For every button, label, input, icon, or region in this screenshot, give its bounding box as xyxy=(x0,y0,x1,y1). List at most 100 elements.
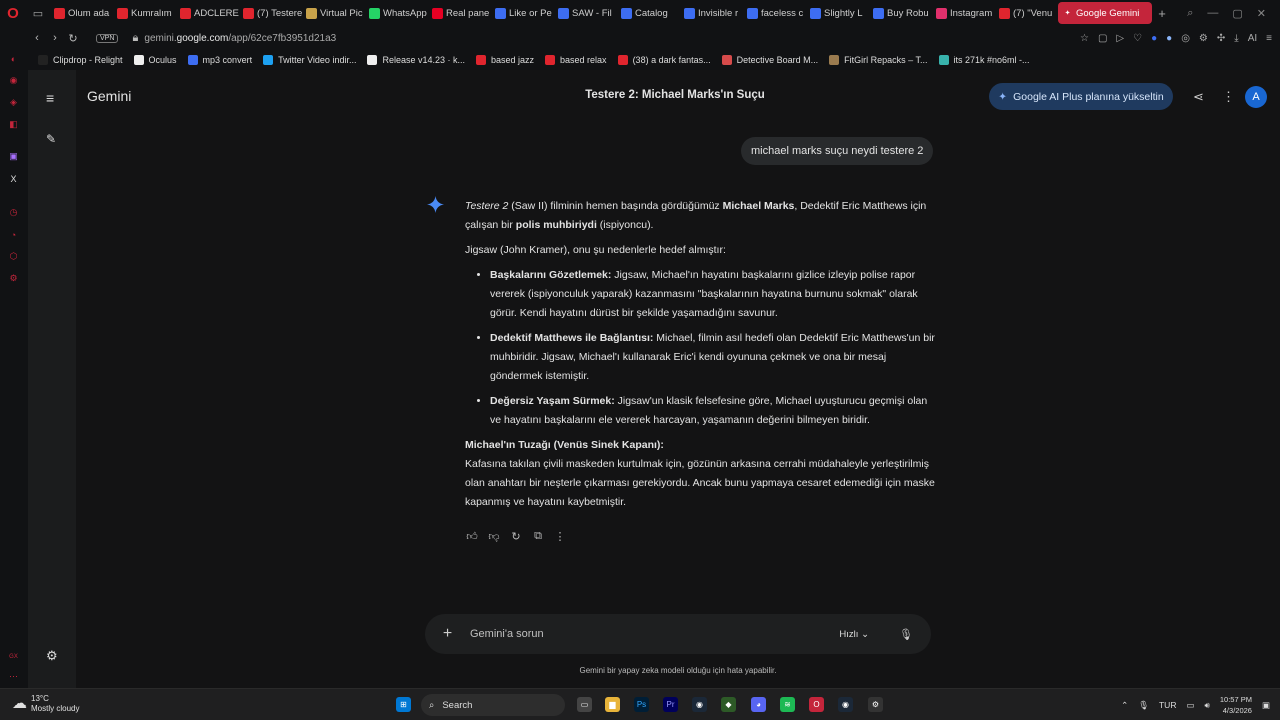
extension-icon[interactable]: ⬡ xyxy=(7,250,20,263)
tab[interactable]: Buy Robu xyxy=(869,2,932,24)
ai-icon[interactable]: AI xyxy=(1248,33,1257,44)
file-explorer-icon[interactable]: ▆ xyxy=(605,697,620,712)
messenger-icon[interactable]: ◧ xyxy=(7,118,20,131)
tab[interactable]: Slightly L xyxy=(806,2,869,24)
settings-icon[interactable]: ⚙ xyxy=(7,272,20,285)
gx-icon[interactable]: GX xyxy=(7,650,20,663)
tab[interactable]: Olum ada xyxy=(50,2,113,24)
thumbs-down-icon[interactable]: 👎︎ xyxy=(487,530,501,543)
tab[interactable]: Invisible r xyxy=(680,2,743,24)
back-icon[interactable]: ‹ xyxy=(28,32,46,44)
tab-overview-icon[interactable]: ▭ xyxy=(26,0,50,26)
bookmark-item[interactable]: Clipdrop - Relight xyxy=(38,55,123,65)
spotify-icon[interactable]: ≋ xyxy=(780,697,795,712)
tab[interactable]: Kumralım xyxy=(113,2,176,24)
bookmark-icon[interactable]: ☆ xyxy=(1080,33,1089,44)
notification-icon[interactable]: ▣ xyxy=(1262,700,1270,711)
app-icon[interactable]: ⚙ xyxy=(868,697,883,712)
bookmark-item[interactable]: its 271k #no6ml -... xyxy=(938,55,1030,65)
maximize-icon[interactable]: ▢ xyxy=(1232,7,1242,20)
bookmark-item[interactable]: Oculus xyxy=(133,55,177,65)
extension-icon[interactable]: ● xyxy=(1166,33,1172,44)
discord-icon[interactable]: ◕ xyxy=(751,697,766,712)
tab[interactable]: (7) "Venu xyxy=(995,2,1058,24)
tab[interactable]: Catalog xyxy=(617,2,680,24)
tab[interactable]: faceless c xyxy=(743,2,806,24)
new-chat-icon[interactable]: ✎ xyxy=(46,132,56,146)
steam-icon[interactable]: ◉ xyxy=(838,697,853,712)
player-icon[interactable]: ▷ xyxy=(1116,33,1124,44)
extension-icon[interactable]: ⚙ xyxy=(1199,33,1208,44)
prompt-input[interactable]: Gemini'a sorun xyxy=(470,628,839,640)
snapshot-icon[interactable]: ▢ xyxy=(1098,33,1107,44)
close-icon[interactable]: ✕ xyxy=(1257,7,1266,20)
forward-icon[interactable]: › xyxy=(46,32,64,44)
taskbar-search[interactable]: ⌕ Search xyxy=(421,694,565,716)
steam-icon[interactable]: ◉ xyxy=(692,697,707,712)
bookmark-item[interactable]: Detective Board M... xyxy=(721,55,818,65)
premiere-icon[interactable]: Pr xyxy=(663,697,678,712)
tab[interactable]: Virtual Pic xyxy=(302,2,365,24)
chevron-up-icon[interactable]: ⌃ xyxy=(1121,700,1128,711)
bookmark-item[interactable]: (38) a dark fantas... xyxy=(617,55,711,65)
bookmark-item[interactable]: mp3 convert xyxy=(187,55,252,65)
opera-gx-icon[interactable]: O xyxy=(809,697,824,712)
extension-icon[interactable]: ● xyxy=(1151,33,1157,44)
thumbs-up-icon[interactable]: 👍︎ xyxy=(465,530,479,543)
history-icon[interactable]: ◷ xyxy=(7,206,20,219)
settings-gear-icon[interactable]: ⚙ xyxy=(46,648,58,664)
minimize-icon[interactable]: — xyxy=(1207,7,1218,19)
tab[interactable]: Instagram xyxy=(932,2,995,24)
network-icon[interactable]: ▭ xyxy=(1186,700,1194,711)
opera-logo-icon[interactable]: O xyxy=(0,0,26,26)
bookmark-item[interactable]: based jazz xyxy=(476,55,534,65)
weather-widget[interactable]: ☁ 13°C Mostly cloudy xyxy=(12,694,79,714)
site-info-icon[interactable]: 🔒︎ xyxy=(126,32,144,45)
app-title[interactable]: Gemini xyxy=(87,88,131,104)
tab[interactable]: (7) Testere xyxy=(239,2,302,24)
vpn-badge[interactable]: VPN xyxy=(96,33,119,43)
bookmark-item[interactable]: based relax xyxy=(545,55,607,65)
heart-icon[interactable]: ♡ xyxy=(1133,33,1142,44)
speed-dial-icon[interactable]: ◐ xyxy=(7,52,20,65)
task-view-icon[interactable]: ▭ xyxy=(577,697,592,712)
tab[interactable]: Like or Pe xyxy=(491,2,554,24)
share-icon[interactable]: ⋖ xyxy=(1193,89,1204,105)
tab[interactable]: Real pane xyxy=(428,2,491,24)
tab[interactable]: WhatsApp xyxy=(365,2,428,24)
photoshop-icon[interactable]: Ps xyxy=(634,697,649,712)
prompt-input-box[interactable]: + Gemini'a sorun Hızlı ⌄ 🎙︎ xyxy=(425,614,931,654)
upgrade-button[interactable]: ✦ Google AI Plus planına yükseltin xyxy=(989,83,1173,110)
url-field[interactable]: gemini.google.com/app/62ce7fb3951d21a3 xyxy=(144,33,336,44)
tab[interactable]: ADCLERE xyxy=(176,2,239,24)
bookmark-item[interactable]: FitGirl Repacks – T... xyxy=(829,55,928,65)
tab[interactable]: ✦ Google Gemini xyxy=(1058,2,1152,24)
bookmark-item[interactable]: Release v14.23 · k... xyxy=(367,55,465,65)
windows-start-icon[interactable]: ⊞ xyxy=(396,697,411,712)
hamburger-menu-icon[interactable]: ≡ xyxy=(46,90,54,106)
x-icon[interactable]: X xyxy=(7,172,20,185)
download-icon[interactable]: ⤓ xyxy=(1234,33,1238,44)
tab[interactable]: SAW - Fil xyxy=(554,2,617,24)
new-tab-button[interactable]: + xyxy=(1152,6,1172,21)
more-icon[interactable]: ⋯ xyxy=(7,670,20,683)
regenerate-icon[interactable]: ↻ xyxy=(509,530,523,543)
search-tabs-icon[interactable]: ⌕ xyxy=(1187,7,1193,20)
clock[interactable]: 10:57 PM 4/3/2026 xyxy=(1220,694,1252,716)
more-options-icon[interactable]: ⋮ xyxy=(1222,89,1235,105)
twitch-icon[interactable]: ▣ xyxy=(7,150,20,163)
volume-icon[interactable]: 🔊︎ xyxy=(1205,700,1210,711)
more-icon[interactable]: ⋮ xyxy=(553,530,567,543)
add-attachment-icon[interactable]: + xyxy=(425,625,470,643)
reload-icon[interactable]: ↻ xyxy=(64,32,82,45)
bookmark-item[interactable]: Twitter Video indir... xyxy=(263,55,356,65)
extensions-icon[interactable]: ✣ xyxy=(1217,33,1225,44)
microphone-icon[interactable]: 🎙︎ xyxy=(1138,700,1149,711)
mode-selector[interactable]: Hızlı ⌄ xyxy=(839,629,869,640)
menu-icon[interactable]: ≡ xyxy=(1266,33,1272,44)
language-indicator[interactable]: TUR xyxy=(1159,700,1176,710)
avatar[interactable]: A xyxy=(1245,86,1267,108)
music-icon[interactable]: ◈ xyxy=(7,96,20,109)
extension-icon[interactable]: ◎ xyxy=(1181,33,1190,44)
app-icon[interactable]: ◆ xyxy=(721,697,736,712)
